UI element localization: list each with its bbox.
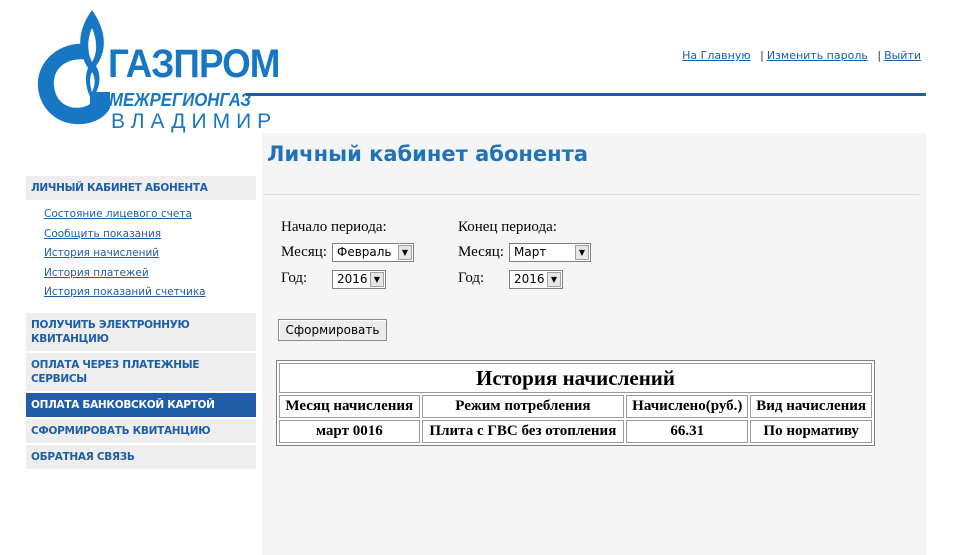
table-cell-type: По нормативу [750,420,872,443]
sidebar-item-card-payment[interactable]: ОПЛАТА БАНКОВСКОЙ КАРТОЙ [26,392,256,417]
charge-history-table: История начислений Месяц начисления Режи… [276,360,875,446]
sidebar-link-meter-history[interactable]: История показаний счетчика [44,283,256,303]
end-year-label: Год: [458,270,485,286]
gazprom-logo: ГАЗПРОМ МЕЖРЕГИОНГАЗ ВЛАДИМИР [34,8,280,136]
end-year-value: 2016 [514,272,545,286]
gazprom-flame-icon [37,10,111,125]
start-year-value: 2016 [337,272,368,286]
sidebar-item-feedback[interactable]: ОБРАТНАЯ СВЯЗЬ [26,444,256,469]
home-link[interactable]: На Главную [682,49,750,62]
change-password-link[interactable]: Изменить пароль [767,49,868,62]
end-month-label: Месяц: [458,244,504,260]
top-links: На Главную | Изменить пароль | Выйти [682,49,921,62]
table-row: март 0016 Плита с ГВС без отопления 66.3… [279,420,872,443]
start-month-label: Месяц: [281,244,327,260]
table-header-row: Месяц начисления Режим потребления Начис… [279,395,872,418]
end-month-select[interactable]: Март ▼ [509,243,591,262]
sidebar: ЛИЧНЫЙ КАБИНЕТ АБОНЕНТА Состояние лицево… [26,176,256,471]
logo-line-1: ГАЗПРОМ [108,42,280,86]
generate-button[interactable]: Сформировать [278,319,387,341]
link-separator: | [877,49,882,62]
end-year-select[interactable]: 2016 ▼ [509,270,563,289]
start-month-select[interactable]: Февраль ▼ [332,243,414,262]
sidebar-link-submit-readings[interactable]: Сообщить показания [44,225,256,245]
end-period-label: Конец периода: [458,219,557,235]
start-year-label: Год: [281,270,308,286]
logo-line-2: МЕЖРЕГИОНГАЗ [109,90,252,110]
column-header: Месяц начисления [279,395,420,418]
column-header: Режим потребления [421,395,625,418]
sidebar-item-payment-services[interactable]: ОПЛАТА ЧЕРЕЗ ПЛАТЕЖНЫЕ СЕРВИСЫ [26,352,256,391]
sidebar-subnav: Состояние лицевого счета Сообщить показа… [26,200,256,313]
chevron-down-icon: ▼ [575,245,589,260]
table-cell-amount: 66.31 [626,420,749,443]
start-period-label: Начало периода: [281,219,387,235]
table-cell-mode: Плита с ГВС без отопления [421,420,625,443]
chevron-down-icon: ▼ [370,272,384,287]
chevron-down-icon: ▼ [547,272,561,287]
sidebar-item-e-receipt[interactable]: ПОЛУЧИТЬ ЭЛЕКТРОННУЮ КВИТАНЦИЮ [26,312,256,351]
header-divider [246,93,926,96]
main-panel [262,133,926,555]
column-header: Начислено(руб.) [626,395,749,418]
column-header: Вид начисления [750,395,872,418]
table-caption: История начислений [279,363,872,393]
link-separator: | [760,49,764,62]
sidebar-link-payment-history[interactable]: История платежей [44,264,256,284]
page-title: Личный кабинет абонента [267,142,588,166]
end-month-value: Март [514,245,547,259]
sidebar-link-account-status[interactable]: Состояние лицевого счета [44,205,256,225]
sidebar-item-generate-receipt[interactable]: СФОРМИРОВАТЬ КВИТАНЦИЮ [26,418,256,443]
logout-link[interactable]: Выйти [884,49,921,62]
sidebar-section-title[interactable]: ЛИЧНЫЙ КАБИНЕТ АБОНЕНТА [26,176,256,200]
title-divider [264,194,919,195]
sidebar-link-charge-history[interactable]: История начислений [44,244,256,264]
logo-line-3: ВЛАДИМИР [111,110,278,133]
chevron-down-icon: ▼ [398,245,412,260]
table-cell-month: март 0016 [279,420,420,443]
start-month-value: Февраль [337,245,392,259]
start-year-select[interactable]: 2016 ▼ [332,270,386,289]
